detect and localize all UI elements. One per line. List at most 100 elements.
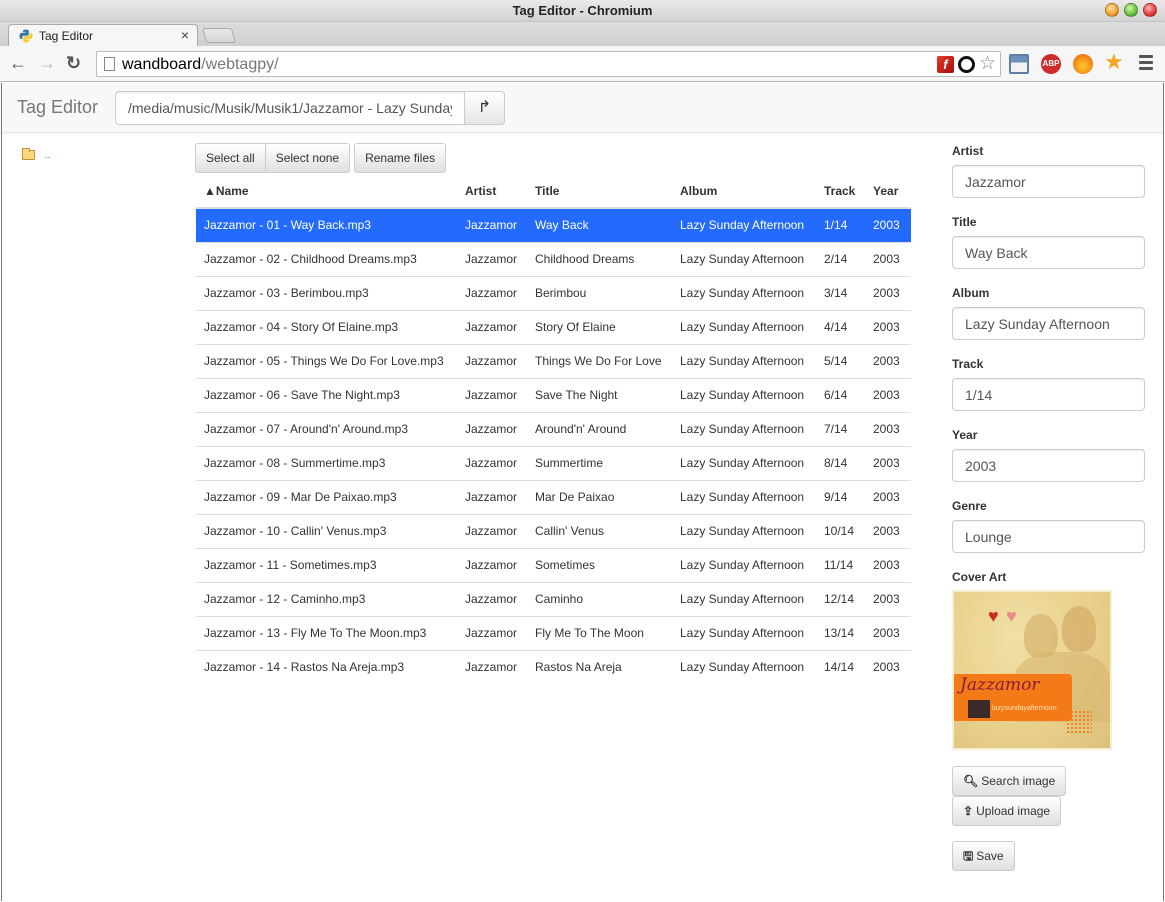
menu-hamburger-icon[interactable] (1139, 55, 1153, 75)
table-row[interactable]: Jazzamor - 07 - Around'n' Around.mp3 Jazz… (196, 411, 911, 446)
cell-title: Things We Do For Love (527, 343, 672, 378)
column-header-title[interactable]: Title (527, 175, 672, 209)
cell-title: Rastos Na Areja (527, 649, 672, 685)
cell-title: Caminho (527, 581, 672, 616)
table-row[interactable]: Jazzamor - 11 - Sometimes.mp3 Jazzamor Som… (196, 547, 911, 582)
cell-track: 7/14 (816, 411, 865, 446)
column-header-artist[interactable]: Artist (457, 175, 527, 209)
cell-year: 2003 (865, 275, 911, 310)
cell-track: 5/14 (816, 343, 865, 378)
year-field[interactable] (952, 449, 1145, 482)
cell-album: Lazy Sunday Afternoon (672, 241, 816, 276)
go-button[interactable]: ↱ (465, 91, 505, 125)
cell-track: 12/14 (816, 581, 865, 616)
cell-artist: Jazzamor (457, 343, 527, 378)
tag-form: Artist Title Album Track Year Genre Cove… (952, 144, 1145, 591)
app-brand[interactable]: Tag Editor (17, 97, 98, 118)
path-input[interactable] (115, 91, 465, 125)
title-label: Title (952, 215, 977, 229)
table-row[interactable]: Jazzamor - 12 - Caminho.mp3 Jazzamor Camin… (196, 581, 911, 616)
table-header-row: ▲Name Artist Title Album Track Year (196, 175, 911, 209)
search-image-button[interactable]: 🔍︎ Search image (952, 766, 1067, 796)
tab-close-icon[interactable]: × (181, 27, 189, 43)
column-header-year[interactable]: Year (865, 175, 911, 209)
select-all-button[interactable]: Select all (195, 143, 266, 173)
minimize-button[interactable] (1105, 3, 1119, 17)
rename-files-button[interactable]: Rename files (354, 143, 447, 173)
cell-track: 14/14 (816, 649, 865, 685)
cell-name: Jazzamor - 13 - Fly Me To The Moon.mp3 (196, 615, 457, 650)
back-arrow-icon[interactable]: ← (9, 53, 27, 73)
cell-title: Summertime (527, 445, 672, 480)
cell-title: Mar De Paixao (527, 479, 672, 514)
select-none-button[interactable]: Select none (265, 143, 351, 173)
cell-name: Jazzamor - 14 - Rastos Na Areja.mp3 (196, 649, 457, 685)
address-bar[interactable]: wandboard/webtagpy/ f ☆ (96, 51, 1001, 77)
cell-artist: Jazzamor (457, 581, 527, 616)
table-row[interactable]: Jazzamor - 04 - Story Of Elaine.mp3 Jazza… (196, 309, 911, 344)
cell-year: 2003 (865, 343, 911, 378)
save-button[interactable]: 🖫 Save (952, 841, 1015, 871)
title-field[interactable] (952, 236, 1145, 269)
cover-art-image: ♥ ♥ Jazzamor lazysundayafternoon (952, 590, 1112, 750)
save-label: Save (976, 849, 1004, 863)
bookmark-star-icon[interactable]: ☆ (979, 54, 996, 73)
track-label: Track (952, 357, 984, 371)
window-extension-icon[interactable] (1009, 54, 1029, 74)
save-button-wrap: 🖫 Save (952, 841, 1015, 871)
table-row[interactable]: Jazzamor - 06 - Save The Night.mp3 Jazzam… (196, 377, 911, 412)
cell-year: 2003 (865, 581, 911, 616)
cell-name: Jazzamor - 09 - Mar De Paixao.mp3 (196, 479, 457, 514)
column-header-track[interactable]: Track (816, 175, 865, 209)
forward-arrow-icon[interactable]: → (38, 53, 56, 73)
cell-year: 2003 (865, 241, 911, 276)
cell-year: 2003 (865, 207, 911, 242)
cell-title: Childhood Dreams (527, 241, 672, 276)
table-row[interactable]: Jazzamor - 13 - Fly Me To The Moon.mp3 Ja… (196, 615, 911, 650)
parent-folder-link[interactable]: .. (45, 149, 51, 161)
album-field[interactable] (952, 307, 1145, 340)
image-buttons: 🔍︎ Search image ⇪ Upload image (952, 766, 1067, 826)
year-label: Year (952, 428, 978, 442)
table-row[interactable]: Jazzamor - 03 - Berimbou.mp3 Jazzamor Beri… (196, 275, 911, 310)
cell-title: Save The Night (527, 377, 672, 412)
cell-name: Jazzamor - 04 - Story Of Elaine.mp3 (196, 309, 457, 344)
new-tab-button[interactable] (201, 28, 237, 43)
table-row[interactable]: Jazzamor - 02 - Childhood Dreams.mp3 Jazz… (196, 241, 911, 276)
table-row[interactable]: Jazzamor - 10 - Callin' Venus.mp3 Jazzamo… (196, 513, 911, 548)
cell-artist: Jazzamor (457, 377, 527, 412)
column-header-album[interactable]: Album (672, 175, 816, 209)
cell-name: Jazzamor - 06 - Save The Night.mp3 (196, 377, 457, 412)
hola-extension-icon[interactable] (1073, 54, 1093, 74)
column-header-name[interactable]: ▲Name (196, 175, 457, 209)
table-row[interactable]: Jazzamor - 05 - Things We Do For Love.mp… (196, 343, 911, 378)
extension-ring-icon[interactable] (957, 55, 975, 73)
cover-art-label: Cover Art (952, 570, 1007, 584)
upload-image-button[interactable]: ⇪ Upload image (952, 796, 1062, 826)
genre-label: Genre (952, 499, 987, 513)
table-row[interactable]: Jazzamor - 08 - Summertime.mp3 Jazzamor Su… (196, 445, 911, 480)
artist-field[interactable] (952, 165, 1145, 198)
cell-name: Jazzamor - 12 - Caminho.mp3 (196, 581, 457, 616)
table-row[interactable]: Jazzamor - 14 - Rastos Na Areja.mp3 Jazza… (196, 649, 911, 685)
table-row[interactable]: Jazzamor - 01 - Way Back.mp3 Jazzamor Way … (196, 207, 911, 242)
page-icon (104, 57, 115, 71)
favorite-star-icon[interactable]: ★ (1104, 51, 1124, 73)
reload-icon[interactable]: ↻ (66, 53, 81, 73)
cell-track: 8/14 (816, 445, 865, 480)
browser-toolbar: ← → ↻ wandboard/webtagpy/ f ☆ ABP ★ (0, 46, 1165, 82)
track-field[interactable] (952, 378, 1145, 411)
flash-plugin-icon[interactable]: f (936, 55, 954, 73)
genre-field[interactable] (952, 520, 1145, 553)
cell-track: 4/14 (816, 309, 865, 344)
cell-artist: Jazzamor (457, 547, 527, 582)
url-text[interactable]: wandboard/webtagpy/ (122, 56, 279, 74)
adblock-plus-icon[interactable]: ABP (1041, 54, 1061, 74)
file-table: ▲Name Artist Title Album Track Year Jazz… (196, 175, 911, 685)
close-window-button[interactable] (1143, 3, 1157, 17)
cell-track: 2/14 (816, 241, 865, 276)
heart-icon: ♥ (1006, 606, 1017, 626)
maximize-button[interactable] (1124, 3, 1138, 17)
browser-tab[interactable]: Tag Editor × (8, 24, 198, 46)
table-row[interactable]: Jazzamor - 09 - Mar De Paixao.mp3 Jazzamo… (196, 479, 911, 514)
